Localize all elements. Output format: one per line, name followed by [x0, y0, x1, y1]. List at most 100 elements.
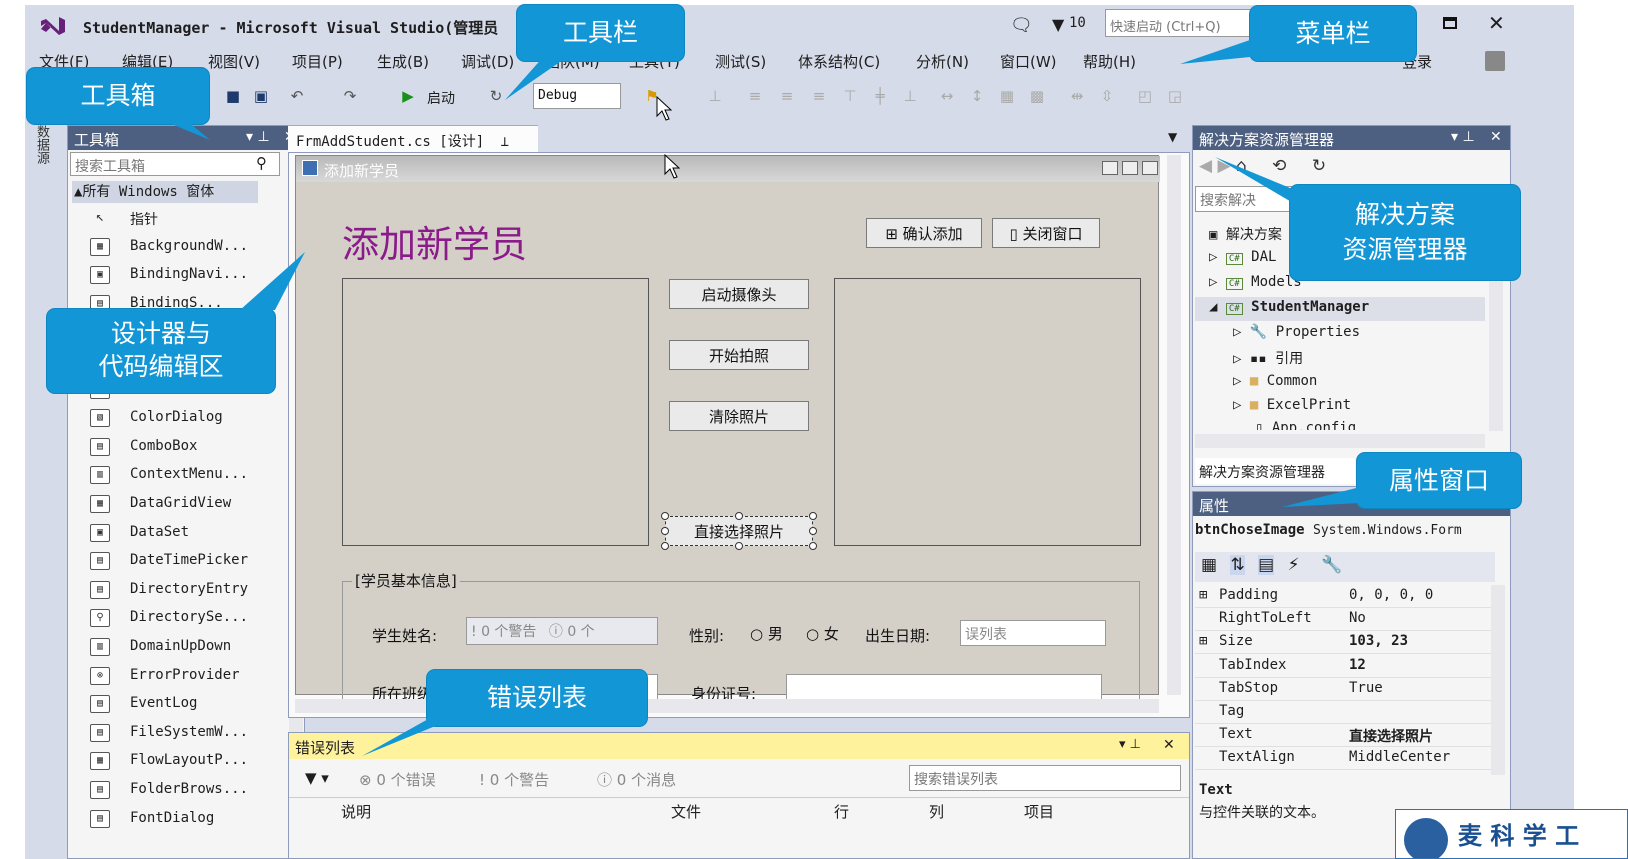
close-button[interactable]: ✕ — [1488, 11, 1505, 35]
menu-view[interactable]: 视图(V) — [208, 51, 260, 72]
col-description[interactable]: 说明 — [341, 801, 371, 822]
property-value[interactable]: 0, 0, 0, 0 — [1349, 587, 1433, 603]
toolbox-item[interactable]: ↖ 指针 — [68, 204, 288, 232]
toolbox-item[interactable]: ▤ DirectoryEntry — [68, 576, 288, 604]
project-studentmanager[interactable]: ◢ C# StudentManager — [1195, 297, 1485, 321]
close-window-button[interactable]: ▯ 关闭窗口 — [992, 218, 1100, 248]
male-radio[interactable]: ○ 男 — [750, 623, 783, 644]
tab-pin-icon[interactable]: ⊥ — [501, 134, 509, 150]
take-photo-button[interactable]: 开始拍照 — [669, 340, 809, 370]
tab-frmaddstudent[interactable]: FrmAddStudent.cs [设计] ⊥ ✕ — [288, 125, 538, 167]
datasource-side-tab[interactable]: 数据源 — [29, 125, 51, 185]
align-center-icon[interactable]: ≡ — [777, 86, 797, 106]
toolbox-item[interactable]: ⚲ DirectorySe... — [68, 604, 288, 632]
property-value[interactable]: True — [1349, 680, 1383, 696]
resize-handle[interactable] — [809, 527, 817, 535]
name-input[interactable]: ! 0 个警告 ⓘ 0 个 — [466, 617, 658, 645]
confirm-add-button[interactable]: ⊞ 确认添加 — [866, 218, 982, 248]
birthdate-picker[interactable]: 误列表 — [960, 620, 1106, 646]
page-title[interactable]: 添加新学员 — [342, 214, 527, 268]
toolbox-item[interactable]: ▤ ComboBox — [68, 433, 288, 461]
excelprint-folder[interactable]: ▷ ■ ExcelPrint — [1233, 397, 1351, 413]
align-top-icon[interactable]: ⊤ — [840, 86, 860, 106]
property-pages-icon[interactable]: 🔧 — [1321, 555, 1342, 575]
undo-icon[interactable]: ↶ — [287, 86, 307, 106]
vspace-icon[interactable]: ⇳ — [1097, 86, 1117, 106]
errors-filter[interactable]: ⊗ 0 个错误 — [359, 769, 436, 790]
resize-handle[interactable] — [661, 512, 669, 520]
female-radio[interactable]: ○ 女 — [806, 623, 839, 644]
property-row[interactable]: ⊞ Size 103, 23 — [1195, 631, 1495, 655]
clear-photo-button[interactable]: 清除照片 — [669, 401, 809, 431]
properties-node[interactable]: ▷ 🔧 Properties — [1233, 324, 1360, 340]
col-file[interactable]: 文件 — [671, 801, 701, 822]
start-icon[interactable]: ▶ — [398, 86, 418, 106]
photo-picturebox[interactable] — [834, 278, 1141, 546]
same-height-icon[interactable]: ↕ — [967, 86, 987, 106]
save-icon[interactable]: ■ — [223, 86, 243, 106]
same-width-icon[interactable]: ↔ — [937, 86, 957, 106]
toolbox-item[interactable]: ▤ DateTimePicker — [68, 547, 288, 575]
property-row[interactable]: Text 直接选择照片 — [1195, 724, 1495, 748]
pin-icon[interactable]: ▾ ⊥ — [246, 129, 270, 145]
toolbox-item[interactable]: ▤ FileSystemW... — [68, 719, 288, 747]
resize-handle[interactable] — [809, 542, 817, 550]
close-icon[interactable]: ✕ — [1490, 129, 1502, 145]
col-column[interactable]: 列 — [929, 801, 944, 822]
events-icon[interactable]: ⚡ — [1288, 555, 1300, 575]
common-folder[interactable]: ▷ ■ Common — [1233, 373, 1317, 389]
start-label[interactable]: 启动 — [427, 88, 455, 108]
property-row[interactable]: TextAlign MiddleCenter — [1195, 747, 1495, 771]
menu-architecture[interactable]: 体系结构(C) — [798, 51, 880, 72]
start-camera-button[interactable]: 启动摄像头 — [669, 279, 809, 309]
menu-test[interactable]: 测试(S) — [715, 51, 766, 72]
designer-vscroll[interactable] — [1167, 155, 1181, 695]
toolbox-group-header[interactable]: ▲所有 Windows 窗体 — [72, 181, 258, 203]
resize-handle[interactable] — [735, 512, 743, 520]
send-back-icon[interactable]: ◲ — [1165, 86, 1185, 106]
property-row[interactable]: TabStop True — [1195, 678, 1495, 701]
error-search-input[interactable]: 搜索错误列表 — [909, 765, 1181, 791]
hspace-icon[interactable]: ⇹ — [1067, 86, 1087, 106]
resize-handle[interactable] — [661, 527, 669, 535]
toolbox-item[interactable]: ⊗ ErrorProvider — [68, 662, 288, 690]
id-input[interactable] — [786, 674, 1102, 702]
property-value[interactable]: 直接选择照片 — [1349, 726, 1433, 746]
filter-icon[interactable]: ▼ — [1052, 15, 1064, 34]
resize-handle[interactable] — [661, 542, 669, 550]
resize-handle[interactable] — [735, 542, 743, 550]
filter-icon[interactable]: ▼ ▾ — [305, 769, 329, 787]
bring-front-icon[interactable]: ◰ — [1135, 86, 1155, 106]
align-bottom-icon[interactable]: ⊥ — [900, 86, 920, 106]
solution-root[interactable]: ▣ 解决方案 — [1209, 224, 1282, 244]
align-right-icon[interactable]: ≡ — [809, 86, 829, 106]
tab-dropdown-icon[interactable]: ▼ — [1168, 130, 1177, 144]
search-icon[interactable]: ⚲ — [256, 154, 267, 172]
property-row[interactable]: TabIndex 12 — [1195, 655, 1495, 678]
property-value[interactable]: MiddleCenter — [1349, 749, 1450, 765]
grid-icon[interactable]: ▩ — [1027, 86, 1047, 106]
alphabetical-icon[interactable]: ⇅ — [1230, 555, 1245, 575]
form-frmaddstudent[interactable]: 添加新学员 添加新学员 ⊞ 确认添加 ▯ 关闭窗口 启动摄像头 开始拍照 清除照… — [295, 155, 1160, 711]
references-node[interactable]: ▷ ▪▪ 引用 — [1233, 348, 1303, 368]
properties-icon[interactable]: ▤ — [1258, 555, 1275, 575]
warnings-filter[interactable]: ! 0 个警告 — [479, 769, 549, 790]
toolbox-item[interactable]: ▦ FlowLayoutP... — [68, 747, 288, 775]
col-line[interactable]: 行 — [834, 801, 849, 822]
property-value[interactable]: No — [1349, 610, 1366, 626]
redo-icon[interactable]: ↷ — [340, 86, 360, 106]
designer-hscroll[interactable] — [295, 699, 1159, 713]
toolbox-item[interactable]: ▥ ContextMenu... — [68, 461, 288, 489]
account-icon[interactable] — [1485, 51, 1505, 71]
refresh-icon[interactable]: ↻ — [1312, 156, 1326, 176]
solution-hscroll[interactable] — [1195, 434, 1485, 448]
pin-icon[interactable]: ▾ ⊥ — [1119, 737, 1141, 752]
toolbox-search-input[interactable]: 搜索工具箱 — [70, 152, 280, 176]
project-dal[interactable]: ▷ C# DAL — [1209, 249, 1276, 265]
property-row[interactable]: Tag — [1195, 701, 1495, 724]
categorized-icon[interactable]: ▦ — [1201, 555, 1217, 575]
toolbox-item[interactable]: ▦ DataGridView — [68, 490, 288, 518]
properties-vscroll[interactable] — [1491, 585, 1505, 775]
project-models[interactable]: ▷ C# Models — [1209, 274, 1302, 290]
feedback-icon[interactable]: 🗨 — [1010, 15, 1033, 36]
